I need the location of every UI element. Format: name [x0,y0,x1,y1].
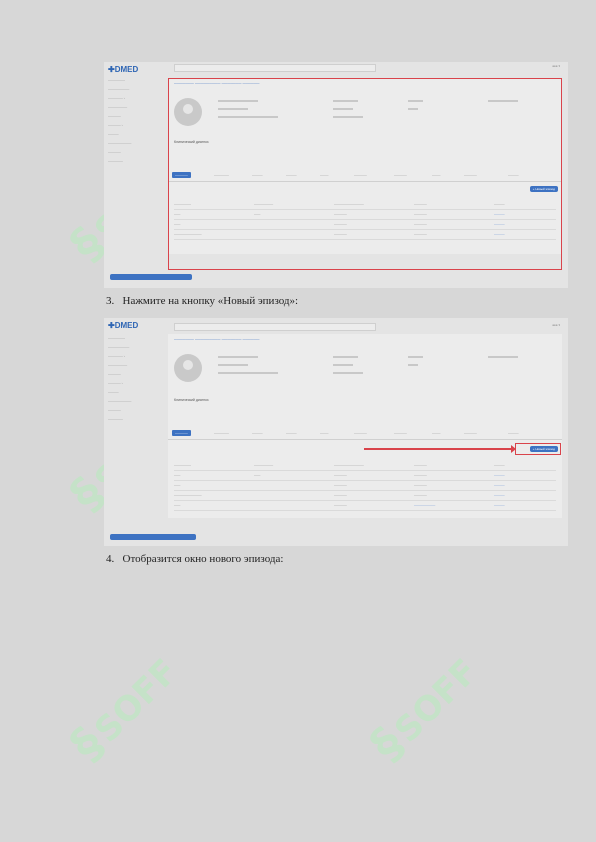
table-row[interactable]: ─── ────── ────────── ───── [174,501,556,511]
sidebar-item[interactable]: ────── [108,406,160,415]
watermark-text: SOFF [87,651,186,751]
screenshot-new-episode-button: ✚DMED ●●● ▾ ──────── ────────── ─────── … [104,318,568,546]
sidebar-item[interactable]: ──────── [108,334,160,343]
table-header: ──────── ───────── ────────────── ────── ───… [174,461,556,471]
step-text: Отобразится окно нового эпизода: [122,553,284,565]
patient-panel: ─────── ───────── ─────── ────── Клиниче… [168,78,562,270]
user-menu[interactable]: ●●● ▾ [552,323,560,327]
search-input[interactable] [174,323,376,331]
episodes-table: ──────── ───────── ────────────── ────── ───… [174,461,556,511]
sidebar: ──────── ────────── ─────── › ───────── … [108,334,160,424]
info-line [218,372,278,374]
sidebar-item[interactable]: ─────────── [108,397,160,406]
step-3: 3. Нажмите на кнопку «Новый эпизод»: [106,295,298,307]
tab[interactable]: ─────── [214,431,229,435]
step-text: Нажмите на кнопку «Новый эпизод»: [122,295,299,307]
tab[interactable]: ───── [286,431,297,435]
sidebar-item[interactable]: ───── [108,388,160,397]
sidebar-item[interactable]: ────── › [108,121,160,130]
step-4: 4. Отобразится окно нового эпизода: [106,553,283,565]
highlight-frame [168,78,562,270]
sidebar-item[interactable]: ────── › [108,379,160,388]
table-row[interactable]: ─── ────── ────── ───── [174,481,556,491]
sidebar-item[interactable]: ────────── [108,85,160,94]
tab[interactable]: ────── [354,431,367,435]
sidebar-item[interactable]: ──────── [108,76,160,85]
sidebar-item[interactable]: ─────────── [108,139,160,148]
watermark-glyph: § [359,716,414,771]
watermark-text: SOFF [387,651,486,751]
info-line [218,356,258,358]
user-menu[interactable]: ●●● ▾ [552,64,560,68]
tab-bar: ────── ─────── ───── ───── ──── ────── ─… [168,429,562,440]
screenshot-patient-card: ✚DMED ●●● ▾ ──────── ────────── ─────── … [104,62,568,288]
sidebar-item[interactable]: ───────── [108,361,160,370]
tab[interactable]: ──── [320,431,329,435]
sidebar-item[interactable]: ─────── [108,415,160,424]
info-line [218,364,248,366]
tab[interactable]: ──── [432,431,441,435]
info-line [488,356,518,358]
watermark: §SOFF [59,643,187,771]
sidebar-item[interactable]: ─────── [108,157,160,166]
info-line [333,356,358,358]
step-number: 3. [106,295,115,307]
search-input[interactable] [174,64,376,72]
patient-title: ─────── ───────── ─────── ────── [174,337,260,342]
info-line [333,372,363,374]
sidebar-item[interactable]: ────── [108,112,160,121]
top-bar: ●●● ▾ [104,323,568,331]
sidebar-item[interactable]: ────────── [108,343,160,352]
step-number: 4. [106,553,115,565]
tab[interactable]: ────── [464,431,477,435]
patient-panel: ─────── ───────── ─────── ────── Клиниче… [168,334,562,518]
info-line [408,356,423,358]
tab[interactable]: ───── [252,431,263,435]
tab-episodes[interactable]: ────── [172,430,191,436]
table-row[interactable]: ───────────── ────── ────── ───── [174,491,556,501]
footer-button[interactable] [110,274,192,280]
diagnosis-label: Клинический диагноз [174,398,209,402]
table-row[interactable]: ─── ─── ────── ────── ───── [174,471,556,481]
tab[interactable]: ───── [508,431,519,435]
pointer-arrow [364,445,516,453]
watermark: §SOFF [359,643,487,771]
sidebar-item[interactable]: ───── [108,130,160,139]
sidebar-item[interactable]: ─────── › [108,352,160,361]
footer-button[interactable] [110,534,196,540]
avatar [174,354,202,382]
sidebar-item[interactable]: ───────── [108,103,160,112]
tab[interactable]: ────── [394,431,407,435]
top-bar: ●●● ▾ [104,64,568,72]
button-highlight [515,443,561,455]
sidebar-item[interactable]: ────── [108,370,160,379]
info-line [333,364,353,366]
sidebar-item[interactable]: ─────── › [108,94,160,103]
watermark-glyph: § [59,716,114,771]
sidebar-item[interactable]: ────── [108,148,160,157]
sidebar: ──────── ────────── ─────── › ───────── … [108,76,160,166]
info-line [408,364,418,366]
